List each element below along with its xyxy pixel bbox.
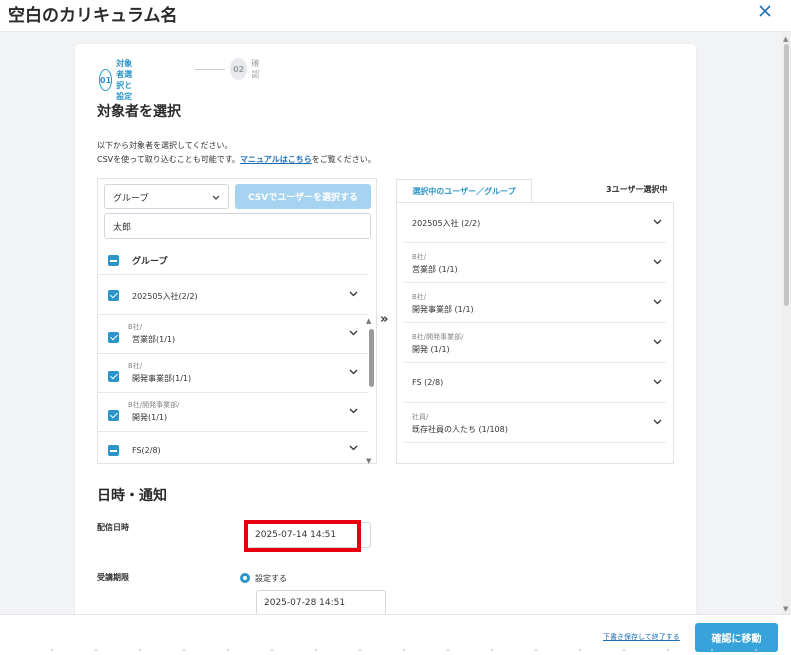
delivery-date-input[interactable]: 2025-07-14 14:51 — [247, 522, 371, 548]
list-item[interactable]: FS(2/8) — [98, 432, 368, 464]
group-header-row: グループ — [98, 245, 368, 275]
step-1: 01 対象者選択と設定 — [99, 58, 133, 102]
list-scrollbar[interactable]: ▲ ▼ — [366, 317, 376, 465]
step-connector — [195, 69, 225, 70]
group-header-label: グループ — [132, 257, 168, 267]
selected-item[interactable]: 社員/ 既存社員の人たち (1/108) — [405, 403, 666, 443]
page-title: 空白のカリキュラム名 — [8, 6, 178, 26]
target-description-1: 以下から対象者を選択してください。 — [97, 141, 233, 150]
chevron-down-icon[interactable] — [653, 379, 662, 385]
item-checkbox[interactable] — [108, 371, 119, 382]
chevron-down-icon[interactable] — [653, 419, 662, 425]
confirm-button[interactable]: 確認に移動 — [695, 623, 778, 652]
chevron-down-icon[interactable] — [349, 330, 358, 336]
selected-item-path: 社員/ — [412, 413, 429, 421]
list-item[interactable]: B社/開発事業部/ 開発(1/1) — [98, 393, 368, 432]
save-draft-link[interactable]: 下書き保存して終了する — [603, 632, 680, 642]
list-item[interactable]: B社/ 営業部(1/1) — [98, 315, 368, 354]
csv-select-button[interactable]: CSVでユーザーを選択する — [235, 184, 371, 209]
period-date-value: 2025-07-28 14:51 — [264, 597, 346, 608]
selected-item-label: 既存社員の人たち (1/108) — [412, 425, 508, 434]
step-2-number: 02 — [230, 58, 248, 80]
item-label: 営業部(1/1) — [132, 335, 176, 344]
close-icon[interactable] — [757, 3, 773, 19]
selected-item-label: FS (2/8) — [412, 378, 444, 387]
selected-count: 3ユーザー選択中 — [606, 185, 668, 194]
step-1-label: 対象者選択と設定 — [116, 59, 133, 101]
selected-item-label: 営業部 (1/1) — [412, 265, 458, 274]
selected-item-label: 202505入社 (2/2) — [412, 219, 481, 228]
item-path: B社/ — [128, 323, 143, 331]
chevron-down-icon[interactable] — [653, 259, 662, 265]
selected-item[interactable]: B社/ 営業部 (1/1) — [405, 243, 666, 283]
selected-item-path: B社/ — [412, 253, 427, 261]
chevron-down-icon[interactable] — [653, 299, 662, 305]
item-checkbox[interactable] — [108, 445, 119, 456]
list-item[interactable]: 202505入社(2/2) — [98, 276, 368, 315]
chevron-down-icon[interactable] — [349, 369, 358, 375]
period-set-label: 設定する — [255, 574, 287, 583]
step-1-number: 01 — [99, 69, 113, 91]
candidate-panel: グループ CSVでユーザーを選択する グループ 202505入社(2/2) B社… — [97, 178, 377, 465]
selected-item[interactable]: FS (2/8) — [405, 363, 666, 403]
page-scrollbar[interactable]: ▲ ▼ — [782, 32, 791, 614]
selected-item-path: B社/ — [412, 293, 427, 301]
item-label: 202505入社(2/2) — [132, 292, 198, 301]
schedule-section-title: 日時・通知 — [97, 488, 167, 504]
description-prefix: CSVを使って取り込むことも可能です。 — [97, 155, 240, 164]
selected-item-path: B社/開発事業部/ — [412, 333, 464, 341]
filter-type-select[interactable]: グループ — [104, 184, 229, 209]
chevron-down-icon[interactable] — [653, 339, 662, 345]
item-checkbox[interactable] — [108, 332, 119, 343]
selected-item-label: 開発事業部 (1/1) — [412, 305, 474, 314]
chevron-down-icon[interactable] — [349, 408, 358, 414]
target-section-title: 対象者を選択 — [97, 104, 181, 120]
delivery-date-label: 配信日時 — [97, 523, 129, 532]
item-path: B社/開発事業部/ — [128, 401, 180, 409]
chevron-down-icon[interactable] — [349, 445, 358, 451]
delivery-date-value: 2025-07-14 14:51 — [255, 530, 337, 540]
selected-item[interactable]: B社/ 開発事業部 (1/1) — [405, 283, 666, 323]
item-label: FS(2/8) — [132, 446, 161, 455]
step-2-label: 確認 — [251, 59, 260, 79]
item-path: B社/ — [128, 362, 143, 370]
list-scrollbar-thumb[interactable] — [369, 329, 374, 387]
selected-item[interactable]: B社/開発事業部/ 開発 (1/1) — [405, 323, 666, 363]
chevron-down-icon[interactable] — [653, 219, 662, 225]
manual-link[interactable]: マニュアルはこちら — [240, 155, 312, 164]
search-input[interactable] — [104, 213, 371, 239]
selected-item[interactable]: 202505入社 (2/2) — [405, 203, 666, 243]
selected-item-label: 開発 (1/1) — [412, 345, 450, 354]
form-card: 01 対象者選択と設定 02 確認 対象者を選択 以下から対象者を選択してくださ… — [75, 44, 696, 624]
target-description-2: CSVを使って取り込むことも可能です。マニュアルはこちらをご覧ください。 — [97, 154, 376, 165]
scroll-up-icon[interactable]: ▲ — [366, 317, 371, 325]
filter-type-value: グループ — [113, 194, 149, 204]
transfer-icon: » — [380, 312, 389, 327]
modal-header: 空白のカリキュラム名 — [0, 0, 791, 32]
period-label: 受講期限 — [97, 573, 129, 582]
list-item[interactable]: B社/ 開発事業部(1/1) — [98, 354, 368, 393]
selected-panel: 202505入社 (2/2) B社/ 営業部 (1/1) B社/ 開発事業部 (… — [396, 202, 674, 464]
chevron-down-icon — [212, 195, 220, 200]
scroll-up-icon[interactable]: ▲ — [783, 35, 788, 43]
scroll-down-icon[interactable]: ▼ — [783, 605, 788, 613]
step-2: 02 確認 — [230, 58, 264, 80]
period-date-input[interactable]: 2025-07-28 14:51 — [256, 590, 386, 615]
description-suffix: をご覧ください。 — [311, 155, 376, 164]
chevron-down-icon[interactable] — [349, 291, 358, 297]
footer-dots — [30, 649, 770, 651]
page-scrollbar-thumb[interactable] — [784, 44, 789, 306]
footer-bar: 下書き保存して終了する 確認に移動 — [0, 614, 791, 655]
item-label: 開発事業部(1/1) — [132, 374, 192, 383]
period-set-radio[interactable] — [240, 573, 250, 583]
item-label: 開発(1/1) — [132, 413, 168, 422]
item-checkbox[interactable] — [108, 410, 119, 421]
scroll-down-icon[interactable]: ▼ — [366, 457, 371, 465]
tab-selected-users[interactable]: 選択中のユーザー／グループ — [396, 179, 532, 203]
item-checkbox[interactable] — [108, 290, 119, 301]
select-all-checkbox[interactable] — [108, 255, 119, 266]
